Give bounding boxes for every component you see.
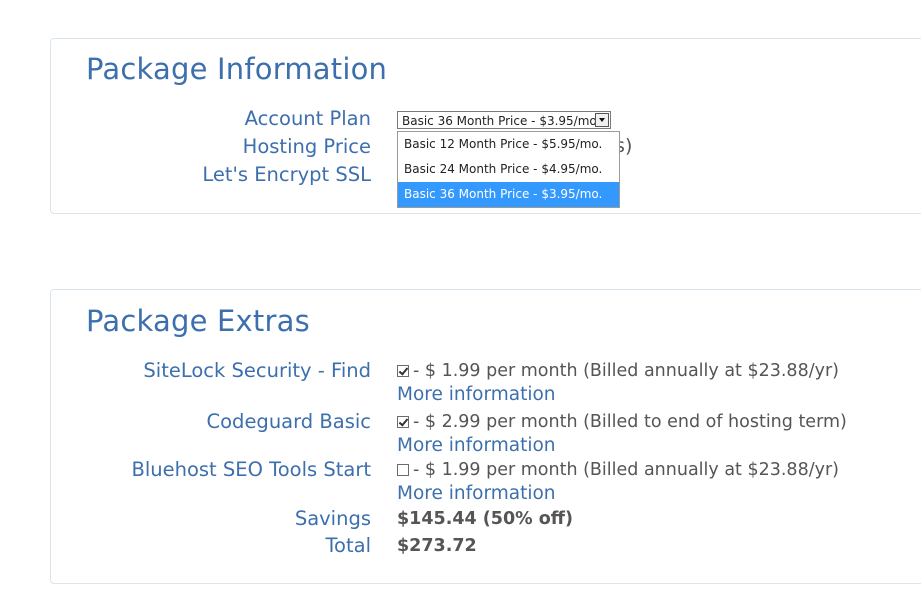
sitelock-label: SiteLock Security - Find (143, 359, 371, 382)
codeguard-row: - $ 2.99 per month (Billed to end of hos… (397, 411, 847, 433)
account-plan-select[interactable]: Basic 36 Month Price - $3.95/mo. (397, 111, 611, 129)
plan-option-36-month[interactable]: Basic 36 Month Price - $3.95/mo. (398, 182, 619, 207)
savings-value: $145.44 (50% off) (397, 508, 573, 530)
seo-tools-row: - $ 1.99 per month (Billed annually at $… (397, 459, 839, 481)
total-amount: $273.72 (397, 536, 477, 556)
codeguard-more-info-link[interactable]: More information (397, 435, 556, 457)
seo-tools-checkbox[interactable] (397, 464, 409, 476)
sitelock-checkbox[interactable] (397, 365, 409, 377)
seo-tools-price: - $ 1.99 per month (Billed annually at $… (413, 460, 839, 480)
savings-amount: $145.44 (50% off) (397, 509, 573, 529)
account-plan-label: Account Plan (244, 107, 371, 130)
codeguard-price: - $ 2.99 per month (Billed to end of hos… (413, 412, 847, 432)
hosting-price-label: Hosting Price (242, 135, 371, 158)
ssl-label: Let's Encrypt SSL (202, 163, 371, 186)
codeguard-checkbox[interactable] (397, 416, 409, 428)
plan-option-24-month[interactable]: Basic 24 Month Price - $4.95/mo. (398, 157, 619, 182)
codeguard-label: Codeguard Basic (206, 410, 371, 433)
total-label: Total (325, 534, 371, 557)
package-extras-panel: Package Extras SiteLock Security - Find … (50, 289, 921, 584)
total-value: $273.72 (397, 535, 477, 557)
chevron-down-icon[interactable] (595, 113, 609, 127)
sitelock-row: - $ 1.99 per month (Billed annually at $… (397, 360, 839, 382)
account-plan-selected-value: Basic 36 Month Price - $3.95/mo. (402, 114, 601, 128)
seo-tools-more-info-link[interactable]: More information (397, 483, 556, 505)
savings-label: Savings (294, 507, 371, 530)
seo-tools-label: Bluehost SEO Tools Start (131, 458, 371, 481)
package-information-panel: Package Information Account Plan Hosting… (50, 38, 921, 214)
account-plan-dropdown: Basic 12 Month Price - $5.95/mo. Basic 2… (397, 131, 620, 208)
package-extras-title: Package Extras (86, 304, 310, 338)
sitelock-more-info-link[interactable]: More information (397, 384, 556, 406)
plan-option-12-month[interactable]: Basic 12 Month Price - $5.95/mo. (398, 132, 619, 157)
sitelock-price: - $ 1.99 per month (Billed annually at $… (413, 361, 839, 381)
package-information-title: Package Information (86, 52, 388, 86)
